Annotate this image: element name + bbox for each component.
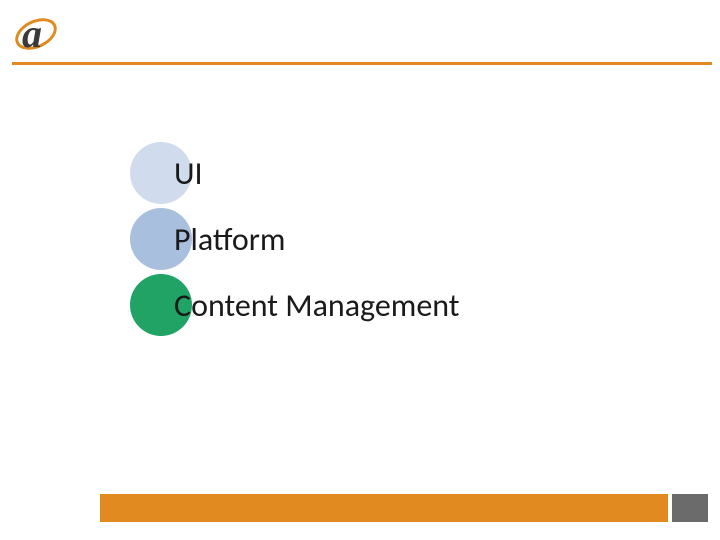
list-item: Platform [148,206,459,272]
header-divider [12,62,712,65]
topic-list: UI Platform Content Management [148,140,459,338]
logo: a [12,8,62,58]
footer-bar [100,494,668,522]
list-item-label: Platform [174,220,285,259]
list-item-label: Content Management [174,286,459,325]
list-item: Content Management [148,272,459,338]
list-item: UI [148,140,459,206]
list-item-label: UI [174,154,203,193]
footer-accent-block [672,494,708,522]
logo-letter: a [22,10,42,57]
